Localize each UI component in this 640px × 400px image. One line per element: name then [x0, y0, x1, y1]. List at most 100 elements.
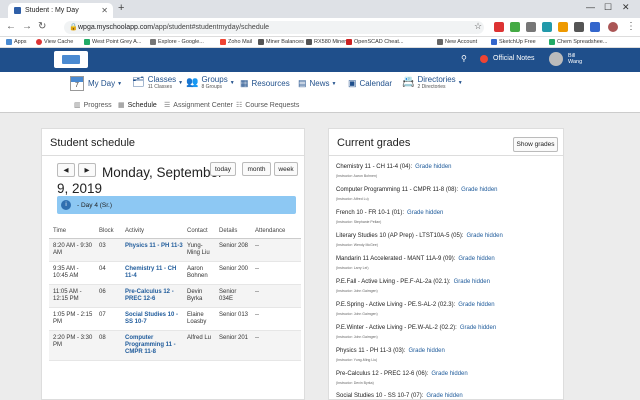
month-view-button[interactable]: month — [242, 162, 271, 176]
grade-item: French 10 - FR 10-1 (01): Grade hidden (In… — [336, 210, 444, 224]
grade-item: Physics 11 - PH 11-3 (03): Grade hidden (I… — [336, 348, 445, 362]
activity-link[interactable]: Physics 11 - PH 11-3 — [125, 243, 183, 249]
bookmark-item[interactable]: RX580 Miner — [306, 39, 346, 45]
bookmark-star-icon[interactable]: ☆ — [474, 21, 482, 32]
grade-hidden-link[interactable]: Grade hidden — [460, 325, 496, 331]
bookmark-favicon-icon — [437, 39, 443, 45]
profile-icon[interactable] — [608, 22, 618, 32]
avatar[interactable] — [549, 52, 563, 66]
tab-course-requests[interactable]: ☷ Course Requests — [236, 101, 299, 110]
activity-link[interactable]: Computer Programming 11 - CMPR 11-8 — [125, 335, 176, 355]
grade-hidden-link[interactable]: Grade hidden — [458, 302, 494, 308]
table-row: 1:05 PM - 2:15 PM 07 Social Studies 10 -… — [49, 307, 301, 331]
col-attendance: Attendance — [251, 224, 301, 239]
grade-item: Mandarin 11 Accelerated - MANT 11A-9 (09… — [336, 256, 495, 270]
schedule-icon: ▦ — [118, 102, 125, 109]
extension-icon[interactable] — [526, 22, 536, 32]
activity-link[interactable]: Chemistry 11 - CH 11-4 — [125, 266, 176, 279]
bookmark-item[interactable]: West Point Grey A... — [84, 39, 141, 45]
browser-tab[interactable]: Student : My Day ✕ — [8, 3, 113, 18]
extension-icon[interactable] — [542, 22, 552, 32]
menu-directories[interactable]: 📇 Directories 2 Directories ▼ — [402, 75, 463, 91]
bookmark-item[interactable]: Explore - Google... — [150, 39, 204, 45]
grade-hidden-link[interactable]: Grade hidden — [415, 164, 451, 170]
grade-item: P.E.Fall - Active Living - PE.F-AL-2a (0… — [336, 279, 490, 293]
extension-icon[interactable] — [494, 22, 504, 32]
grade-hidden-link[interactable]: Grade hidden — [407, 210, 443, 216]
schedule-date: Monday, September — [102, 165, 223, 180]
col-block: Block — [95, 224, 121, 239]
prev-day-button[interactable]: ◀ — [57, 163, 75, 177]
tab-progress[interactable]: ▥ Progress — [74, 101, 112, 110]
bookmark-favicon-icon — [306, 39, 312, 45]
requests-icon: ☷ — [236, 102, 243, 109]
bookmark-item[interactable]: New Account — [437, 39, 477, 45]
calendar-date-icon: 7 — [70, 76, 84, 91]
menu-calendar[interactable]: ▣ Calendar — [348, 78, 392, 89]
url-input[interactable]: 🔒 wpga.myschoolapp.com/app/student#studen… — [64, 21, 484, 34]
extension-icon[interactable] — [574, 22, 584, 32]
bookmark-item[interactable]: View Cache — [36, 39, 73, 45]
bookmark-item[interactable]: Miner Balances — [258, 39, 304, 45]
progress-icon: ▥ — [74, 102, 81, 109]
minimize-icon[interactable]: — — [586, 2, 595, 12]
grade-hidden-link[interactable]: Grade hidden — [408, 348, 444, 354]
bookmark-item[interactable]: SketchUp Free — [491, 39, 536, 45]
menu-news[interactable]: ▤ News ▼ — [298, 78, 336, 89]
forward-icon[interactable]: → — [22, 21, 32, 32]
grade-hidden-link[interactable]: Grade hidden — [426, 393, 462, 399]
grade-hidden-link[interactable]: Grade hidden — [458, 256, 494, 262]
favicon-icon — [14, 7, 21, 14]
official-notes-link[interactable]: Official Notes — [493, 55, 535, 62]
grade-hidden-link[interactable]: Grade hidden — [467, 233, 503, 239]
tab-title: Student : My Day — [25, 7, 79, 14]
chevron-down-icon: ▼ — [229, 79, 235, 86]
chevron-down-icon: ▼ — [178, 79, 184, 86]
maximize-icon[interactable]: ☐ — [604, 2, 612, 13]
extension-icon[interactable] — [590, 22, 600, 32]
close-window-icon[interactable]: ✕ — [622, 2, 630, 13]
resources-icon: ▦ — [240, 78, 249, 88]
menu-dots-icon[interactable]: ⋮ — [626, 21, 636, 32]
student-schedule-card: Student schedule ◀ ▶ Monday, September 9… — [41, 128, 305, 400]
bookmark-item[interactable]: Apps — [6, 39, 27, 45]
tab-assignment-center[interactable]: ☰ Assignment Center — [164, 101, 233, 110]
school-logo[interactable] — [54, 51, 88, 68]
bookmark-favicon-icon — [491, 39, 497, 45]
bookmark-item[interactable]: Zoho Mail — [220, 39, 252, 45]
extension-icon[interactable] — [558, 22, 568, 32]
menu-resources[interactable]: ▦ Resources — [240, 78, 290, 89]
activity-link[interactable]: Social Studies 10 - SS 10-7 — [125, 312, 178, 325]
menu-classes[interactable]: 🗂 Classes 11 Classes ▼ — [132, 75, 184, 91]
menu-my-day[interactable]: 7 My Day ▼ — [70, 76, 122, 91]
bookmark-item[interactable]: Chem Spreadshee... — [549, 39, 607, 45]
schedule-title: Student schedule — [50, 137, 136, 149]
menu-groups[interactable]: 👥 Groups 8 Groups ▼ — [186, 75, 235, 91]
notification-icon[interactable] — [480, 55, 488, 63]
tab-schedule[interactable]: ▦ Schedule — [118, 101, 157, 110]
grade-hidden-link[interactable]: Grade hidden — [454, 279, 490, 285]
show-grades-button[interactable]: Show grades — [513, 137, 558, 152]
sub-navigation: ▥ Progress ▦ Schedule ☰ Assignment Center ☷… — [0, 96, 640, 113]
bookmark-favicon-icon — [36, 39, 42, 45]
next-day-button[interactable]: ▶ — [78, 163, 96, 177]
reload-icon[interactable]: ↻ — [38, 21, 46, 32]
extension-icon[interactable] — [510, 22, 520, 32]
week-view-button[interactable]: week — [274, 162, 298, 176]
schedule-table: Time Block Activity Contact Details Atte… — [49, 224, 301, 361]
app-header: ⚲ Official Notes Bill Wang — [0, 48, 640, 72]
today-button[interactable]: today — [210, 162, 236, 176]
bookmark-item[interactable]: OpenSCAD Cheat... — [346, 39, 404, 45]
back-icon[interactable]: ← — [6, 21, 16, 32]
calendar-icon: ▣ — [348, 78, 357, 88]
close-tab-icon[interactable]: ✕ — [101, 6, 108, 15]
bookmark-favicon-icon — [84, 39, 90, 45]
grade-hidden-link[interactable]: Grade hidden — [431, 371, 467, 377]
new-tab-icon[interactable]: + — [118, 2, 124, 14]
user-name[interactable]: Bill Wang — [568, 53, 582, 65]
activity-link[interactable]: Pre-Calculus 12 - PREC 12-6 — [125, 289, 174, 302]
chevron-down-icon: ▼ — [117, 80, 123, 87]
table-row: 11:05 AM - 12:15 PM 06 Pre-Calculus 12 -… — [49, 284, 301, 308]
search-icon[interactable]: ⚲ — [461, 54, 467, 63]
grade-hidden-link[interactable]: Grade hidden — [461, 187, 497, 193]
